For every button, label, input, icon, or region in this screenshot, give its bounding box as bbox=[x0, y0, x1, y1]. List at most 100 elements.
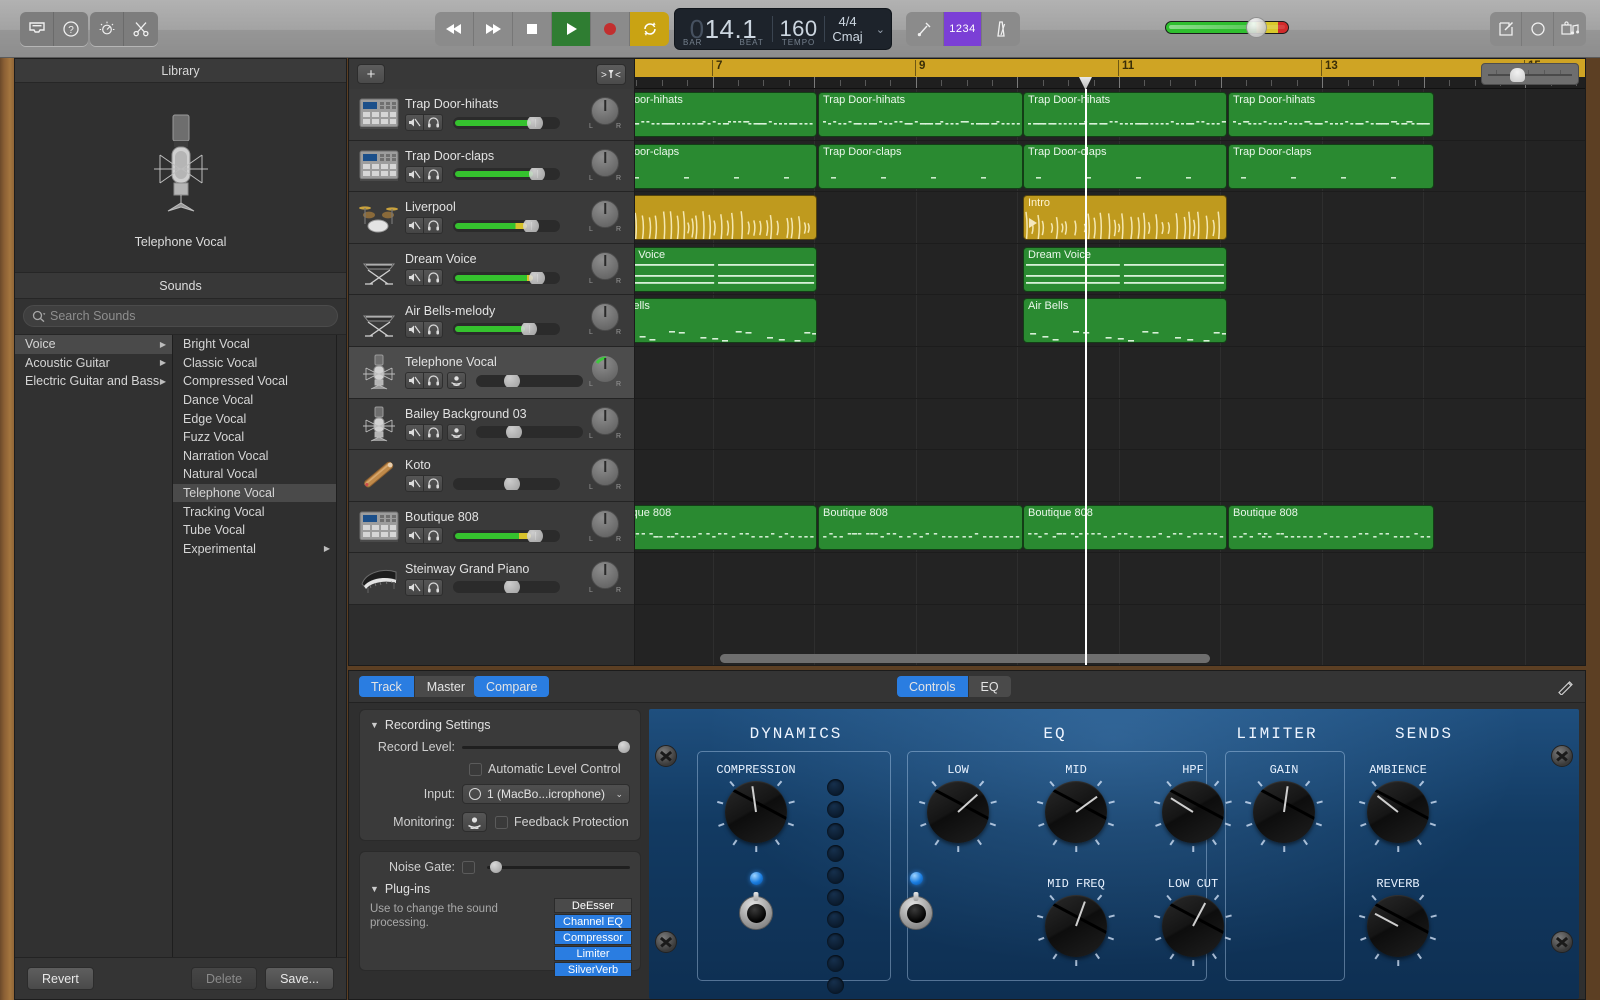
volume-slider-handle[interactable] bbox=[521, 323, 537, 335]
pan-knob[interactable]: LR bbox=[588, 252, 622, 286]
stop-button[interactable] bbox=[513, 12, 552, 46]
track-header[interactable]: Telephone Vocal L R bbox=[349, 347, 634, 399]
volume-slider[interactable] bbox=[453, 117, 560, 129]
play-button[interactable] bbox=[552, 12, 591, 46]
help-button[interactable]: ? bbox=[54, 12, 88, 46]
pan-knob[interactable]: LR bbox=[588, 97, 622, 131]
track-header[interactable]: Trap Door-hihats L R bbox=[349, 89, 634, 141]
library-button[interactable] bbox=[20, 12, 54, 46]
chevron-down-icon[interactable]: ⌄ bbox=[615, 789, 623, 800]
mute-button[interactable] bbox=[405, 579, 424, 596]
knob-cap[interactable] bbox=[927, 781, 989, 843]
tab-controls[interactable]: Controls bbox=[897, 676, 969, 697]
timeline-region[interactable]: Trap Door-claps bbox=[818, 144, 1023, 189]
knob-cap[interactable] bbox=[1045, 781, 1107, 843]
input-select[interactable]: 1 (MacBo...icrophone) ⌄ bbox=[462, 784, 630, 804]
library-category-item[interactable]: Voice ▶ bbox=[15, 335, 172, 354]
timeline-region[interactable]: tique 808 bbox=[635, 505, 817, 550]
timeline-region[interactable]: Intro bbox=[1023, 195, 1227, 240]
volume-slider-handle[interactable] bbox=[504, 375, 520, 387]
plugin-slot[interactable]: Limiter bbox=[554, 946, 632, 961]
timeline-region[interactable]: Door-hihats bbox=[635, 92, 817, 137]
timeline-region[interactable]: m Voice bbox=[635, 247, 817, 292]
knob-cap[interactable] bbox=[1162, 895, 1224, 957]
knob-reverb[interactable]: REVERB bbox=[1367, 895, 1429, 957]
count-in-button[interactable]: 1234 bbox=[944, 12, 982, 46]
mute-button[interactable] bbox=[405, 166, 424, 183]
master-volume-slider[interactable] bbox=[1165, 21, 1289, 34]
solo-button[interactable] bbox=[424, 166, 443, 183]
library-patch-item[interactable]: Classic Vocal bbox=[173, 354, 336, 373]
volume-slider[interactable] bbox=[453, 323, 560, 335]
tuner-button[interactable] bbox=[906, 12, 944, 46]
library-category-item[interactable]: Acoustic Guitar ▶ bbox=[15, 354, 172, 373]
library-patch-item[interactable]: Edge Vocal bbox=[173, 409, 336, 428]
timeline-region[interactable]: Bells bbox=[635, 298, 817, 343]
volume-slider-handle[interactable] bbox=[529, 272, 545, 284]
solo-button[interactable] bbox=[424, 424, 443, 441]
cycle-button[interactable] bbox=[630, 12, 669, 46]
record-level-handle[interactable] bbox=[618, 741, 630, 753]
timeline-region[interactable]: Trap Door-hihats bbox=[818, 92, 1023, 137]
timeline-region[interactable]: Dream Voice bbox=[1023, 247, 1227, 292]
volume-slider[interactable] bbox=[476, 375, 583, 387]
timeline-track-lane[interactable] bbox=[635, 450, 1585, 502]
mute-button[interactable] bbox=[405, 372, 424, 389]
volume-slider[interactable] bbox=[453, 168, 560, 180]
pan-knob[interactable]: LR bbox=[588, 458, 622, 492]
edit-smart-controls-icon[interactable] bbox=[1557, 679, 1575, 700]
timeline-region[interactable]: Trap Door-hihats bbox=[1228, 92, 1434, 137]
plugin-slot[interactable]: Channel EQ bbox=[554, 914, 632, 929]
knob-cap[interactable] bbox=[1253, 781, 1315, 843]
timeline-hscrollbar[interactable] bbox=[635, 654, 1579, 663]
timeline-track-lane[interactable] bbox=[635, 553, 1585, 605]
timeline-region[interactable]: Trap Door-claps bbox=[1228, 144, 1434, 189]
search-input[interactable] bbox=[50, 309, 329, 323]
pan-knob[interactable]: LR bbox=[588, 303, 622, 337]
timeline-ruler[interactable]: 79111315171921 bbox=[635, 59, 1585, 89]
timeline-track-lane[interactable] bbox=[635, 347, 1585, 399]
knob-cap[interactable] bbox=[1367, 895, 1429, 957]
lcd-tempo-group[interactable]: 160 TEMPO bbox=[773, 8, 825, 50]
mute-button[interactable] bbox=[405, 217, 424, 234]
plugin-slot[interactable]: DeEsser bbox=[554, 898, 632, 913]
knob-cap[interactable] bbox=[1367, 781, 1429, 843]
tab-track[interactable]: Track bbox=[359, 676, 415, 697]
record-level-slider[interactable] bbox=[462, 741, 630, 753]
disclosure-triangle-icon[interactable]: ▼ bbox=[370, 720, 379, 730]
plugins-title-row[interactable]: ▼ Plug-ins bbox=[370, 882, 630, 896]
search-sounds-box[interactable] bbox=[23, 305, 338, 327]
disclosure-triangle-icon[interactable]: ▼ bbox=[370, 884, 379, 894]
mute-button[interactable] bbox=[405, 114, 424, 131]
timeline-hscroll-thumb[interactable] bbox=[720, 654, 1210, 663]
plugin-slot[interactable]: SilverVerb bbox=[554, 962, 632, 977]
track-header[interactable]: Dream Voice L R bbox=[349, 244, 634, 296]
noise-gate-slider[interactable] bbox=[487, 861, 630, 873]
knob-ambience[interactable]: AMBIENCE bbox=[1367, 781, 1429, 843]
solo-button[interactable] bbox=[424, 475, 443, 492]
timeline-region[interactable]: Door-claps bbox=[635, 144, 817, 189]
loop-browser-button[interactable] bbox=[1522, 12, 1554, 46]
pan-knob[interactable]: LR bbox=[588, 355, 622, 389]
chevron-down-icon[interactable]: ⌄ bbox=[870, 23, 891, 36]
timeline-region[interactable]: Boutique 808 bbox=[1023, 505, 1227, 550]
timeline-region[interactable]: Boutique 808 bbox=[1228, 505, 1434, 550]
solo-button[interactable] bbox=[424, 372, 443, 389]
library-patch-item[interactable]: Experimental ▶ bbox=[173, 540, 336, 559]
knob-hpf[interactable]: HPF bbox=[1162, 781, 1224, 843]
notepad-button[interactable] bbox=[1490, 12, 1522, 46]
library-patch-item[interactable]: Fuzz Vocal bbox=[173, 428, 336, 447]
editors-button[interactable] bbox=[124, 12, 158, 46]
timeline-region[interactable]: Trap Door-claps bbox=[1023, 144, 1227, 189]
knob-gain[interactable]: GAIN bbox=[1253, 781, 1315, 843]
mute-button[interactable] bbox=[405, 269, 424, 286]
smart-controls-button[interactable] bbox=[90, 12, 124, 46]
master-volume-knob[interactable] bbox=[1246, 17, 1267, 38]
volume-slider-handle[interactable] bbox=[527, 117, 543, 129]
timeline-region[interactable] bbox=[635, 195, 817, 240]
track-header[interactable]: Koto L R bbox=[349, 450, 634, 502]
pan-knob[interactable]: LR bbox=[588, 149, 622, 183]
solo-button[interactable] bbox=[424, 527, 443, 544]
lcd-display[interactable]: 014.1 BAR BEAT 160 TEMPO 4/4 Cmaj ⌄ bbox=[674, 8, 892, 50]
feedback-protection-checkbox[interactable] bbox=[495, 816, 508, 829]
